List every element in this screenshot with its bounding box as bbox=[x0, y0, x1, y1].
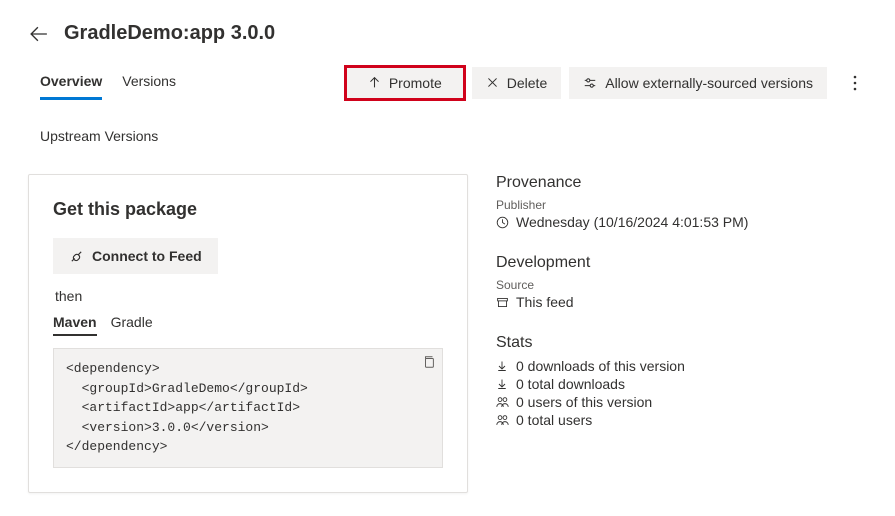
provenance-section: Provenance Publisher Wednesday (10/16/20… bbox=[496, 174, 857, 230]
tab-versions[interactable]: Versions bbox=[122, 73, 176, 100]
subtab-gradle[interactable]: Gradle bbox=[111, 314, 153, 336]
feed-icon bbox=[496, 296, 510, 309]
stats-heading: Stats bbox=[496, 334, 857, 352]
package-format-tabs: Maven Gradle bbox=[53, 314, 443, 336]
content-area: Get this package Connect to Feed then Ma… bbox=[0, 144, 895, 493]
more-menu-icon[interactable] bbox=[845, 69, 865, 97]
copy-icon[interactable] bbox=[422, 355, 436, 369]
source-label: Source bbox=[496, 278, 857, 292]
source-value: This feed bbox=[516, 294, 574, 310]
page-title: GradleDemo:app 3.0.0 bbox=[64, 22, 275, 45]
users-icon bbox=[496, 396, 510, 408]
published-at-value: Wednesday (10/16/2024 4:01:53 PM) bbox=[516, 214, 748, 230]
page-header: GradleDemo:app 3.0.0 bbox=[0, 0, 895, 55]
development-section: Development Source This feed bbox=[496, 254, 857, 310]
upstream-versions-heading: Upstream Versions bbox=[0, 100, 895, 144]
subtab-maven[interactable]: Maven bbox=[53, 314, 97, 336]
connect-to-feed-button[interactable]: Connect to Feed bbox=[53, 238, 218, 274]
controls-row: Overview Versions Promote Delete Allow e… bbox=[0, 55, 895, 100]
stat-users-version: 0 users of this version bbox=[496, 394, 857, 410]
get-package-card: Get this package Connect to Feed then Ma… bbox=[28, 174, 468, 493]
tab-bar: Overview Versions bbox=[40, 73, 176, 100]
card-title: Get this package bbox=[53, 199, 443, 220]
back-arrow-icon[interactable] bbox=[30, 25, 48, 43]
clock-icon bbox=[496, 216, 510, 229]
action-buttons: Promote Delete Allow externally-sourced … bbox=[346, 67, 865, 99]
tab-overview[interactable]: Overview bbox=[40, 73, 102, 100]
source-line: This feed bbox=[496, 294, 857, 310]
stat-users-total: 0 total users bbox=[496, 412, 857, 428]
stat-value: 0 total downloads bbox=[516, 376, 625, 392]
download-icon bbox=[496, 360, 510, 372]
connect-label: Connect to Feed bbox=[92, 248, 202, 264]
delete-button[interactable]: Delete bbox=[472, 67, 561, 99]
publisher-label: Publisher bbox=[496, 198, 857, 212]
promote-button[interactable]: Promote bbox=[346, 67, 464, 99]
stat-value: 0 total users bbox=[516, 412, 592, 428]
sliders-icon bbox=[583, 76, 597, 90]
stats-section: Stats 0 downloads of this version 0 tota… bbox=[496, 334, 857, 428]
stat-value: 0 users of this version bbox=[516, 394, 652, 410]
stat-downloads-version: 0 downloads of this version bbox=[496, 358, 857, 374]
dependency-snippet: <dependency> <groupId>GradleDemo</groupI… bbox=[53, 348, 443, 468]
x-icon bbox=[486, 76, 499, 89]
users-icon bbox=[496, 414, 510, 426]
download-icon bbox=[496, 378, 510, 390]
info-panel: Provenance Publisher Wednesday (10/16/20… bbox=[488, 174, 865, 493]
allow-external-label: Allow externally-sourced versions bbox=[605, 75, 813, 91]
then-text: then bbox=[55, 288, 443, 304]
allow-external-button[interactable]: Allow externally-sourced versions bbox=[569, 67, 827, 99]
promote-label: Promote bbox=[389, 75, 442, 91]
development-heading: Development bbox=[496, 254, 857, 272]
provenance-heading: Provenance bbox=[496, 174, 857, 192]
plug-icon bbox=[69, 249, 84, 264]
published-at-line: Wednesday (10/16/2024 4:01:53 PM) bbox=[496, 214, 857, 230]
delete-label: Delete bbox=[507, 75, 547, 91]
stat-downloads-total: 0 total downloads bbox=[496, 376, 857, 392]
code-content: <dependency> <groupId>GradleDemo</groupI… bbox=[66, 361, 308, 454]
stat-value: 0 downloads of this version bbox=[516, 358, 685, 374]
arrow-up-icon bbox=[368, 76, 381, 89]
